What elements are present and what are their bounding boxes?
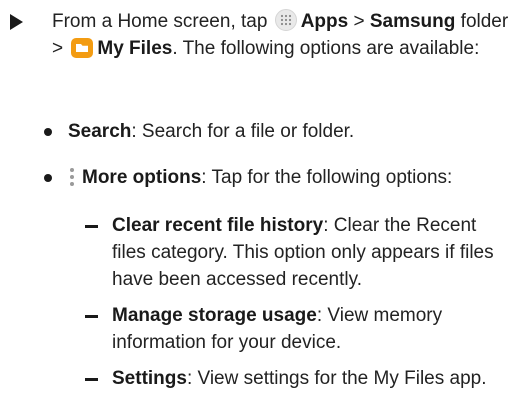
sub-item-manage-storage: Manage storage usage: View memory inform… xyxy=(112,302,512,356)
my-files-folder-icon xyxy=(71,38,94,58)
sub-item-label: Clear recent file history xyxy=(112,215,324,236)
list-bullet-dot xyxy=(44,128,52,136)
list-item-more-options: More options: Tap for the following opti… xyxy=(68,164,524,191)
sub-item-label: Manage storage usage xyxy=(112,305,317,326)
sub-item-desc: : View settings for the My Files app. xyxy=(186,368,487,389)
intro-prefix: From a Home screen, tap xyxy=(52,11,268,32)
item-desc: : Search for a file or folder. xyxy=(131,121,355,142)
sub-item-label: Settings xyxy=(112,368,187,389)
samsung-label: Samsung xyxy=(369,11,456,32)
instruction-document: From a Home screen, tap Apps > Samsung f… xyxy=(0,0,524,398)
item-desc: : Tap for the following options: xyxy=(201,167,453,188)
sub-bullet-dash xyxy=(85,315,98,318)
apps-grid-icon xyxy=(274,9,297,31)
list-item-search: Search: Search for a file or folder. xyxy=(68,118,524,145)
arrow-bullet-icon xyxy=(10,14,23,30)
intro-suffix: . The following options are available: xyxy=(172,38,480,59)
sub-bullet-dash xyxy=(85,225,98,228)
sub-item-settings: Settings: View settings for the My Files… xyxy=(112,365,512,392)
sub-item-clear-history: Clear recent file history: Clear the Rec… xyxy=(112,212,512,293)
item-label: More options xyxy=(82,167,202,188)
apps-label: Apps xyxy=(300,11,349,32)
list-bullet-dot xyxy=(44,174,52,182)
item-label: Search xyxy=(68,121,132,142)
sub-bullet-dash xyxy=(85,378,98,381)
more-options-icon xyxy=(70,168,74,186)
separator: > xyxy=(348,11,370,32)
my-files-label: My Files xyxy=(97,38,173,59)
intro-paragraph: From a Home screen, tap Apps > Samsung f… xyxy=(52,8,512,62)
